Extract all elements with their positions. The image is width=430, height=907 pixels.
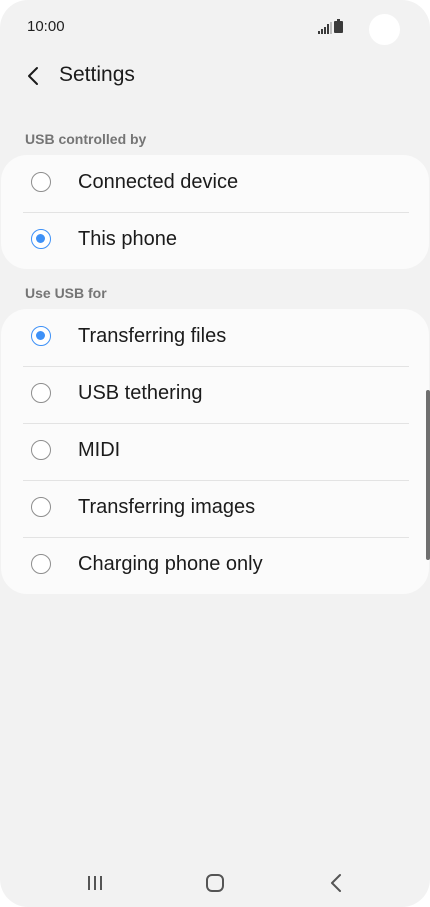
divider: [23, 537, 409, 538]
phone-screen: 10:00 Settings USB controlled by Connect…: [0, 0, 430, 907]
radio-button[interactable]: [31, 497, 51, 517]
home-icon: [206, 874, 224, 892]
recent-apps-button[interactable]: [80, 870, 110, 896]
section-title-use-usb-for: Use USB for: [25, 285, 107, 301]
scrollbar[interactable]: [426, 390, 430, 560]
option-this-phone[interactable]: This phone: [1, 212, 429, 269]
option-transferring-images[interactable]: Transferring images: [1, 480, 429, 537]
front-camera-cutout: [369, 14, 400, 45]
back-icon: [331, 874, 341, 892]
divider: [23, 423, 409, 424]
use-usb-for-card: Transferring files USB tethering MIDI Tr…: [1, 309, 429, 594]
chevron-left-icon: [28, 67, 38, 85]
option-usb-tethering[interactable]: USB tethering: [1, 366, 429, 423]
battery-icon: [334, 19, 343, 38]
back-button[interactable]: [20, 62, 48, 90]
option-charging-phone-only[interactable]: Charging phone only: [1, 537, 429, 594]
section-title-usb-controlled-by: USB controlled by: [25, 131, 147, 147]
radio-button[interactable]: [31, 554, 51, 574]
status-time: 10:00: [27, 18, 65, 35]
option-label: MIDI: [78, 439, 121, 461]
usb-controlled-by-card: Connected device This phone: [1, 155, 429, 269]
option-label: Charging phone only: [78, 553, 263, 575]
recent-apps-icon: [88, 876, 102, 890]
option-label: Connected device: [78, 171, 239, 193]
navigation-bar: [0, 860, 430, 907]
divider: [23, 480, 409, 481]
page-title: Settings: [59, 63, 135, 86]
radio-button-selected[interactable]: [31, 229, 51, 249]
status-bar: 10:00: [0, 0, 430, 54]
option-label: Transferring images: [78, 496, 256, 518]
option-transferring-files[interactable]: Transferring files: [1, 309, 429, 366]
radio-button[interactable]: [31, 383, 51, 403]
option-midi[interactable]: MIDI: [1, 423, 429, 480]
option-label: This phone: [78, 228, 177, 250]
radio-button[interactable]: [31, 172, 51, 192]
app-header: Settings: [0, 54, 430, 98]
radio-button-selected[interactable]: [31, 326, 51, 346]
divider: [23, 366, 409, 367]
divider: [23, 212, 409, 213]
option-connected-device[interactable]: Connected device: [1, 155, 429, 212]
home-button[interactable]: [200, 870, 230, 896]
signal-icon: [318, 21, 332, 39]
radio-button[interactable]: [31, 440, 51, 460]
option-label: Transferring files: [78, 325, 227, 347]
nav-back-button[interactable]: [321, 870, 351, 896]
option-label: USB tethering: [78, 382, 203, 404]
